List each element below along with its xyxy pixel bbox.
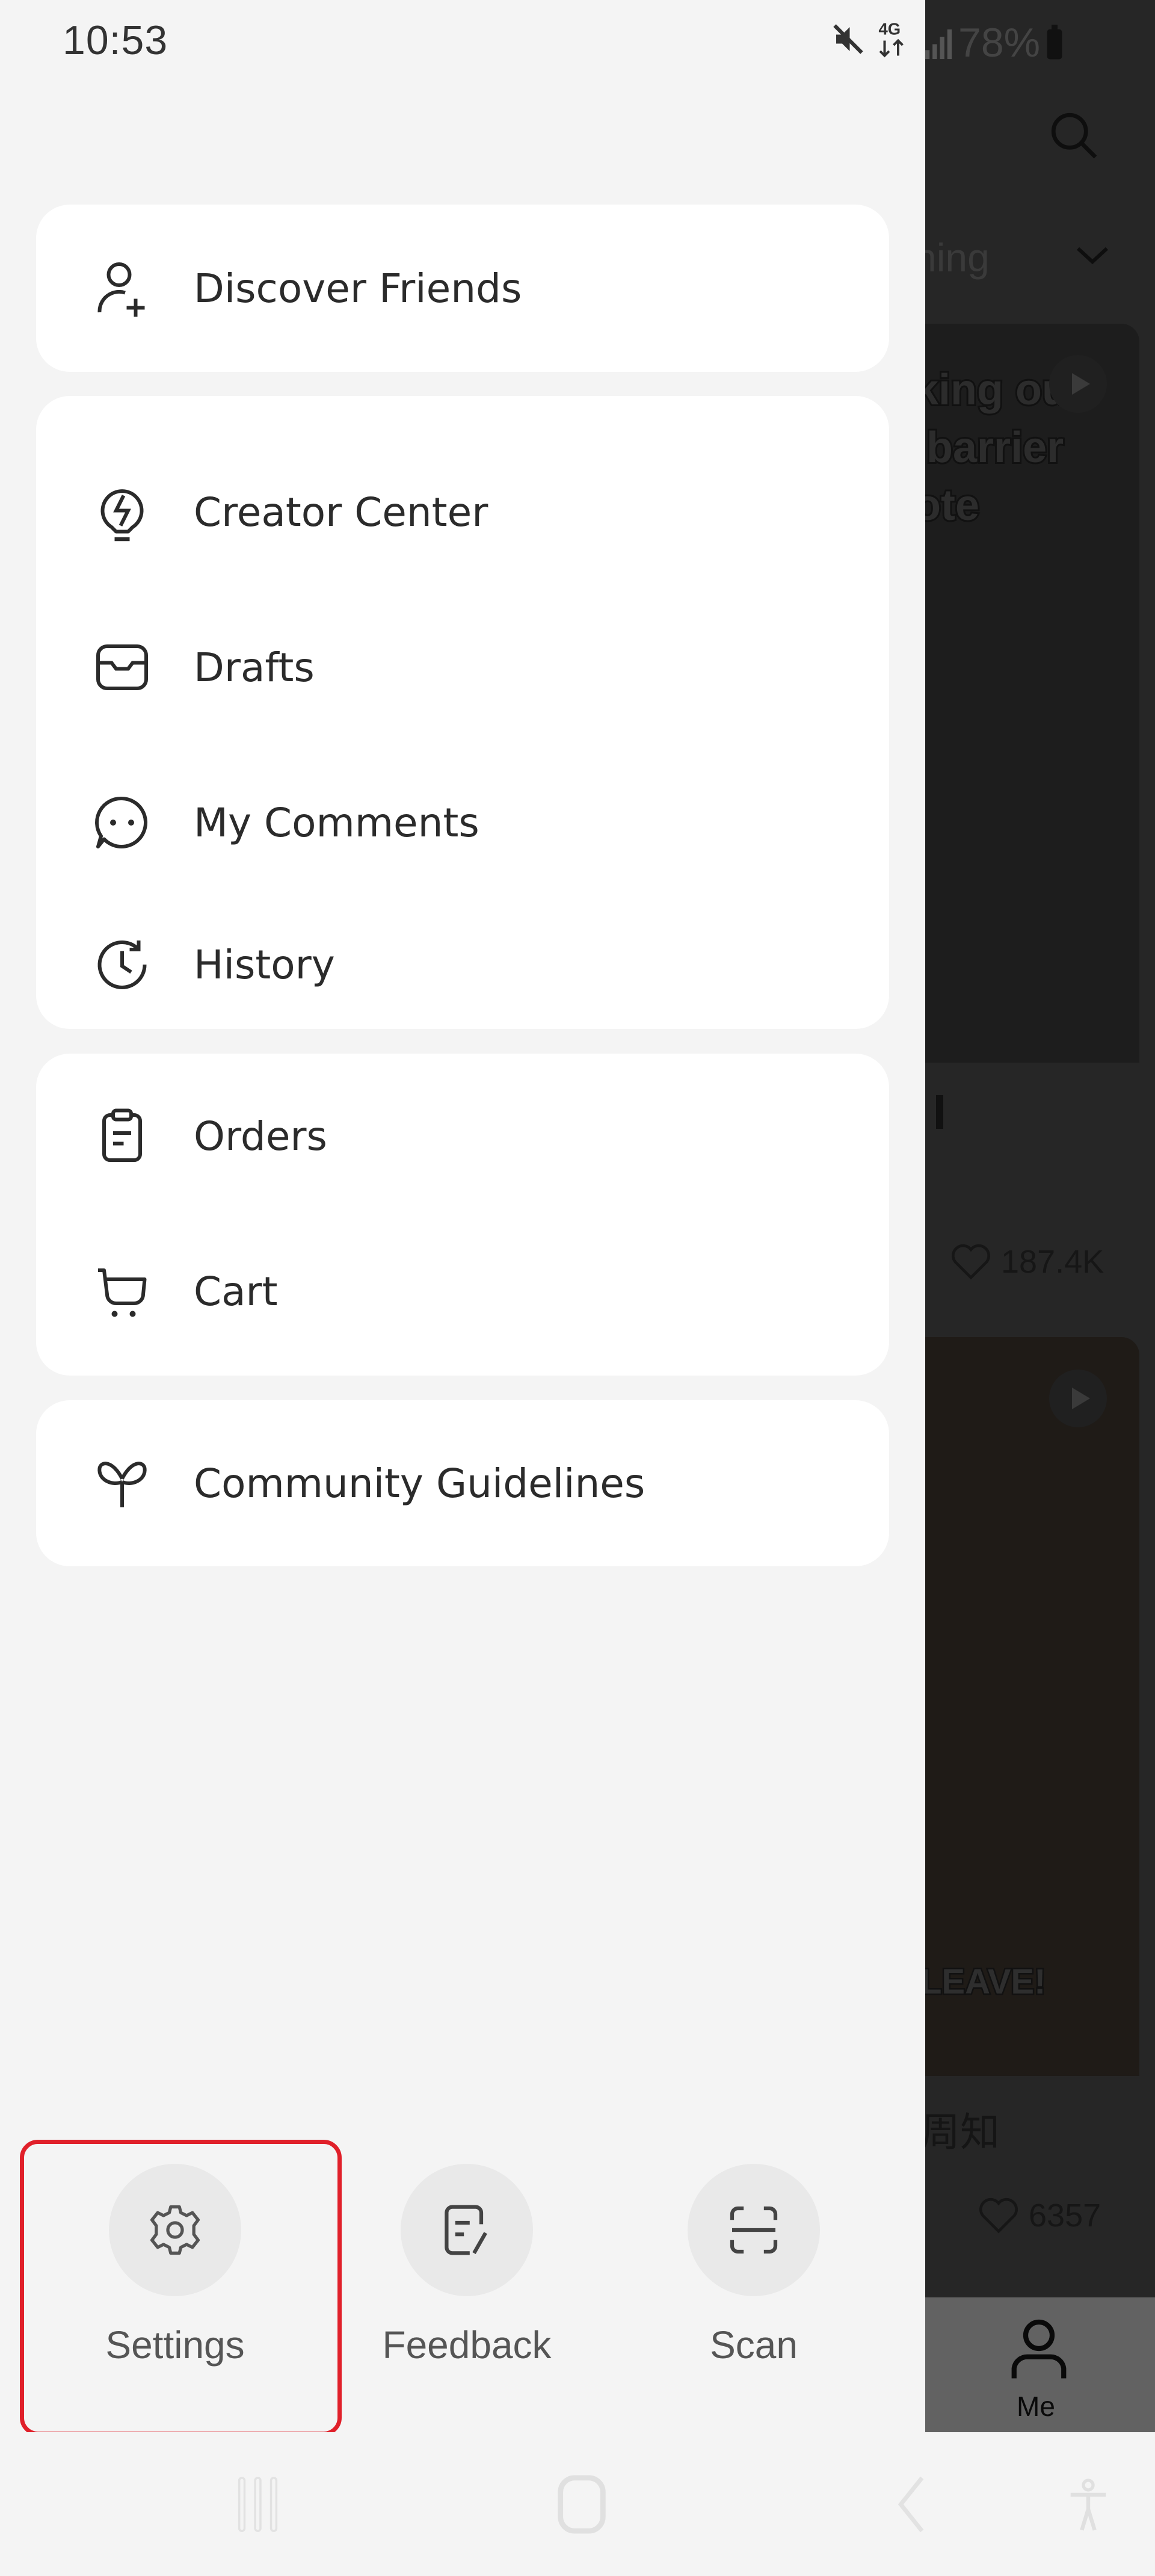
tab-me[interactable]: Me <box>1017 2390 1055 2423</box>
status-icons: 4G <box>830 18 907 60</box>
heart-icon <box>952 1244 990 1280</box>
like-count: 6357 <box>977 2196 1101 2235</box>
system-nav-bar <box>0 2432 1155 2576</box>
scan-label: Scan <box>710 2323 798 2367</box>
lightbulb-bolt-icon <box>89 479 155 545</box>
menu-item-community-guidelines[interactable]: Community Guidelines <box>36 1406 889 1561</box>
settings-highlight-box <box>20 2140 342 2436</box>
sprout-icon <box>89 1450 155 1516</box>
menu-item-history[interactable]: History <box>36 900 889 1029</box>
like-count: 187.4K <box>949 1243 1104 1281</box>
accessibility-button[interactable] <box>1055 2468 1121 2540</box>
accessibility-icon <box>1070 2479 1106 2531</box>
feedback-circle <box>401 2164 533 2296</box>
post-caption <box>936 1095 943 1129</box>
heart-icon <box>979 2198 1018 2234</box>
post-overlay-text: LEAVE! <box>925 1961 1047 2003</box>
menu-group-guidelines: Community Guidelines <box>36 1400 889 1566</box>
4g-data-icon: 4G <box>879 20 904 58</box>
menu-item-label: Drafts <box>194 644 315 691</box>
menu-item-cart[interactable]: Cart <box>36 1214 889 1369</box>
menu-item-discover-friends[interactable]: Discover Friends <box>36 211 889 366</box>
play-icon <box>1049 1370 1107 1427</box>
feedback-button[interactable]: Feedback <box>382 2164 552 2367</box>
clipboard-icon <box>89 1103 155 1169</box>
side-drawer: 10:53 4G Discover Friends Creator Center… <box>0 0 925 2436</box>
scan-circle <box>688 2164 820 2296</box>
menu-item-label: History <box>194 941 335 988</box>
recents-button[interactable] <box>226 2468 292 2540</box>
status-right: 78% <box>923 19 1064 66</box>
menu-group-content: Creator Center Drafts My Comments Histor… <box>36 396 889 1029</box>
menu-item-my-comments[interactable]: My Comments <box>36 745 889 900</box>
feedback-label: Feedback <box>382 2323 552 2367</box>
scan-icon <box>730 2206 778 2254</box>
menu-item-label: Creator Center <box>194 489 488 536</box>
chat-bubble-icon <box>89 789 155 856</box>
svg-text:4G: 4G <box>879 20 901 39</box>
status-time: 10:53 <box>63 17 168 63</box>
search-icon <box>1051 113 1097 159</box>
menu-item-drafts[interactable]: Drafts <box>36 590 889 745</box>
menu-group-social: Discover Friends <box>36 205 889 372</box>
scan-button[interactable]: Scan <box>688 2164 820 2367</box>
battery-percent: 78% <box>958 20 1041 66</box>
signal-icon <box>925 29 952 60</box>
feed-tab-partial: ning <box>925 235 990 280</box>
post-caption: 周知 <box>925 2110 1000 2154</box>
background-feed-dimmed[interactable]: ning king out barrier ote 187.4K LEAVE! … <box>925 0 1155 2432</box>
inbox-tray-icon <box>89 634 155 700</box>
menu-item-label: Cart <box>194 1268 278 1315</box>
home-button[interactable] <box>549 2468 615 2540</box>
menu-item-creator-center[interactable]: Creator Center <box>36 434 889 590</box>
menu-item-label: My Comments <box>194 799 479 846</box>
profile-icon[interactable] <box>1006 2315 1072 2382</box>
play-icon <box>1049 355 1107 413</box>
menu-item-label: Community Guidelines <box>194 1460 645 1507</box>
menu-item-label: Orders <box>194 1113 327 1160</box>
back-icon <box>898 2476 924 2533</box>
chevron-down-icon <box>1076 247 1109 265</box>
back-button[interactable] <box>878 2468 944 2540</box>
menu-group-shopping: Orders Cart <box>36 1054 889 1376</box>
add-friend-icon <box>89 255 155 321</box>
cart-icon <box>89 1258 155 1324</box>
menu-item-orders[interactable]: Orders <box>36 1058 889 1214</box>
feedback-edit-icon <box>445 2205 487 2255</box>
menu-item-label: Discover Friends <box>194 265 522 312</box>
recents-icon <box>238 2477 278 2532</box>
battery-icon <box>1047 25 1062 60</box>
home-icon <box>558 2475 606 2534</box>
mute-icon <box>833 24 863 54</box>
history-clock-icon <box>89 931 155 998</box>
